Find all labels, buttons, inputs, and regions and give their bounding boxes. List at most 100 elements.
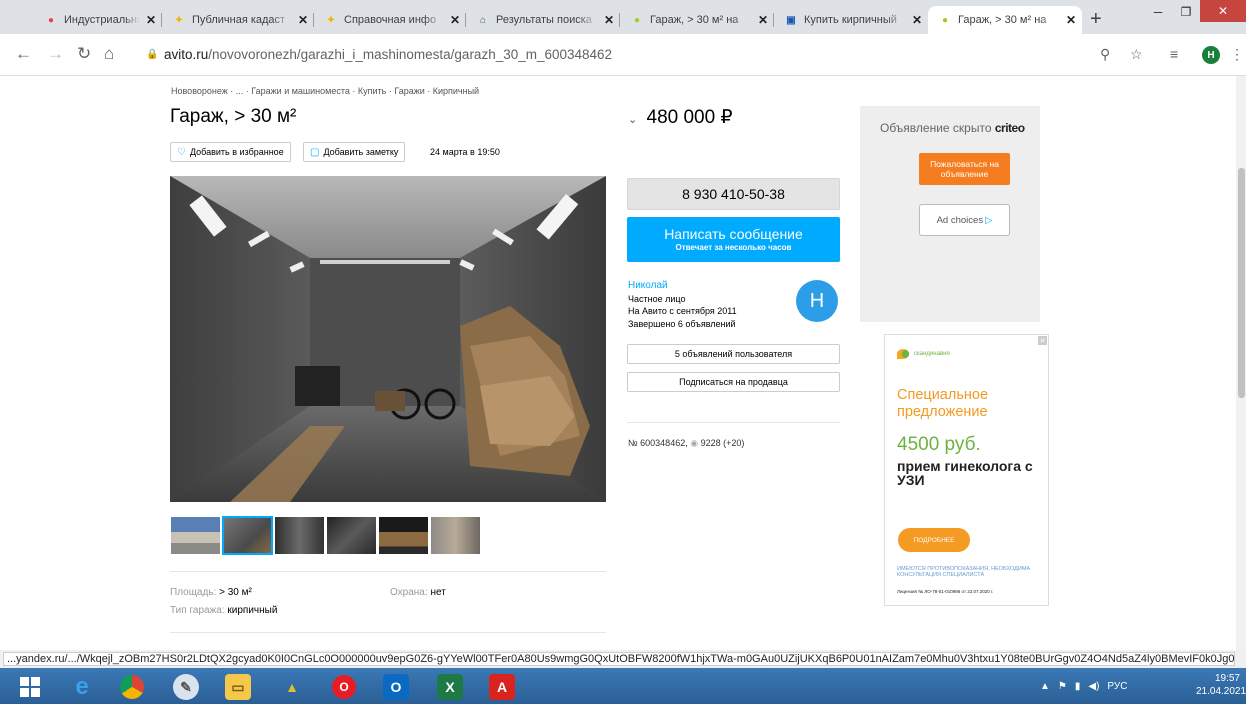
new-tab-button[interactable]: + bbox=[1090, 8, 1102, 31]
tab-2[interactable]: ✦ Публичная кадаст ✕ bbox=[162, 6, 314, 34]
scrollbar-thumb[interactable] bbox=[1238, 168, 1245, 398]
hidden-ad-block: Объявление скрыто criteo Пожаловаться на… bbox=[860, 106, 1040, 322]
main-photo[interactable] bbox=[170, 176, 606, 502]
close-tab-icon[interactable]: ✕ bbox=[604, 13, 614, 27]
close-tab-icon[interactable]: ✕ bbox=[1066, 13, 1076, 27]
tab-1[interactable]: ● Индустриальная у ✕ bbox=[34, 6, 162, 34]
subscribe-button[interactable]: Подписаться на продавца bbox=[627, 372, 840, 392]
taskbar-arcgis[interactable]: ▲ bbox=[268, 672, 316, 702]
close-tab-icon[interactable]: ✕ bbox=[146, 13, 156, 27]
forward-icon[interactable]: → bbox=[47, 44, 64, 64]
taskbar-paint[interactable]: ✎ bbox=[162, 672, 210, 702]
show-phone-button[interactable]: 8 930 410-50-38 bbox=[627, 178, 840, 210]
adchoices-label: Ad choices bbox=[936, 214, 984, 226]
write-message-label: Написать сообщение bbox=[664, 226, 803, 242]
close-tab-icon[interactable]: ✕ bbox=[758, 13, 768, 27]
divider bbox=[627, 422, 840, 423]
breadcrumb[interactable]: Нововоронеж · ... · Гаражи и машиноместа… bbox=[171, 86, 479, 96]
close-tab-icon[interactable]: ✕ bbox=[912, 13, 922, 27]
tab-title: Гараж, > 30 м² на bbox=[650, 14, 739, 26]
write-message-button[interactable]: Написать сообщение Отвечает за несколько… bbox=[627, 217, 840, 262]
star-icon[interactable]: ☆ bbox=[1130, 46, 1143, 63]
windows-taskbar: e ✎ ▭ ▲ O O X A ▲ ⚑ ▮ ◀) РУС 19:57 21.04… bbox=[0, 668, 1246, 704]
status-url: ...yandex.ru/.../Wkqejl_zOBm27HS0r2LDtQX… bbox=[3, 652, 1235, 666]
tab-title: Гараж, > 30 м² на bbox=[958, 14, 1047, 26]
tab-6[interactable]: ▣ Купить кирпичный ✕ bbox=[774, 6, 928, 34]
taskbar-opera[interactable]: O bbox=[320, 672, 368, 702]
thumbnail[interactable] bbox=[275, 517, 324, 554]
thumbnail[interactable] bbox=[379, 517, 428, 554]
language-indicator[interactable]: РУС bbox=[1107, 681, 1127, 692]
tab-4[interactable]: ⌂ Результаты поиска ✕ bbox=[466, 6, 620, 34]
report-ad-button[interactable]: Пожаловаться на объявление bbox=[919, 153, 1010, 185]
tab-5[interactable]: ● Гараж, > 30 м² на ✕ bbox=[620, 6, 774, 34]
ad-more-button[interactable]: ПОДРОБНЕЕ bbox=[898, 528, 970, 552]
close-tab-icon[interactable]: ✕ bbox=[298, 13, 308, 27]
page-title: Гараж, > 30 м² bbox=[170, 106, 297, 127]
zoom-icon[interactable]: ⚲ bbox=[1100, 46, 1110, 63]
opera-icon: O bbox=[332, 675, 356, 699]
taskbar-ie[interactable]: e bbox=[58, 672, 106, 702]
seller-name[interactable]: Николай bbox=[628, 280, 737, 293]
close-window-button[interactable]: ✕ bbox=[1200, 0, 1246, 22]
param-security-value: нет bbox=[430, 587, 446, 598]
taskbar-outlook[interactable]: O bbox=[372, 672, 420, 702]
add-note-button[interactable]: ▢ Добавить заметку bbox=[303, 142, 406, 162]
thumbnail[interactable] bbox=[171, 517, 220, 554]
reload-icon[interactable]: ↻ bbox=[77, 44, 91, 64]
divider bbox=[170, 632, 606, 633]
tab-title: Публичная кадаст bbox=[192, 14, 286, 26]
reading-list-icon[interactable]: ≡ bbox=[1170, 46, 1178, 62]
chrome-icon bbox=[120, 675, 144, 699]
back-icon[interactable]: ← bbox=[15, 44, 32, 64]
views-count: 9228 (+20) bbox=[700, 438, 745, 448]
taskbar-chrome[interactable] bbox=[108, 672, 156, 702]
page-scrollbar[interactable] bbox=[1236, 76, 1246, 650]
response-time: Отвечает за несколько часов bbox=[675, 243, 792, 252]
windows-logo-icon bbox=[20, 677, 40, 697]
minimize-button[interactable]: ─ bbox=[1146, 0, 1170, 24]
tab-7-active[interactable]: ● Гараж, > 30 м² на ✕ bbox=[928, 6, 1082, 34]
sparkle-icon: ✦ bbox=[326, 14, 336, 26]
network-warning-icon[interactable]: ⚑ bbox=[1058, 681, 1067, 692]
eye-icon: ◉ bbox=[690, 438, 699, 448]
browser-toolbar: ← → ↻ ⌂ 🔒 avito.ru /novovoronezh/garazhi… bbox=[0, 34, 1246, 76]
user-ads-button[interactable]: 5 объявлений пользователя bbox=[627, 344, 840, 364]
lock-icon: 🔒 bbox=[146, 49, 159, 60]
menu-icon[interactable]: ⋮ bbox=[1230, 46, 1244, 63]
price-value: 480 000 ₽ bbox=[646, 107, 733, 128]
profile-avatar[interactable]: Н bbox=[1202, 46, 1220, 64]
home-icon[interactable]: ⌂ bbox=[104, 44, 114, 64]
taskbar-acrobat[interactable]: A bbox=[478, 672, 526, 702]
taskbar-clock[interactable]: 19:57 21.04.2021 bbox=[1196, 672, 1246, 698]
taskbar-explorer[interactable]: ▭ bbox=[214, 672, 262, 702]
tray-arrow-icon[interactable]: ▲ bbox=[1040, 681, 1050, 692]
close-icon[interactable]: ✕ bbox=[1038, 336, 1047, 345]
seller-avatar[interactable]: Н bbox=[796, 280, 838, 322]
start-button[interactable] bbox=[6, 672, 54, 702]
close-tab-icon[interactable]: ✕ bbox=[450, 13, 460, 27]
tab-3[interactable]: ✦ Справочная инфо ✕ bbox=[314, 6, 466, 34]
listing-price[interactable]: ⌄ 480 000 ₽ bbox=[628, 106, 733, 129]
sparkle-icon: ✦ bbox=[174, 14, 184, 26]
taskbar-excel[interactable]: X bbox=[426, 672, 474, 702]
tab-title: Индустриальная у bbox=[64, 14, 140, 26]
signal-icon[interactable]: ▮ bbox=[1075, 681, 1081, 692]
add-favorite-button[interactable]: ♡ Добавить в избранное bbox=[170, 142, 291, 162]
thumbnail[interactable] bbox=[327, 517, 376, 554]
add-note-label: Добавить заметку bbox=[323, 147, 399, 157]
thumbnail-selected[interactable] bbox=[222, 516, 273, 555]
address-bar[interactable]: 🔒 avito.ru /novovoronezh/garazhi_i_mashi… bbox=[134, 40, 1244, 68]
seller-info: Николай Частное лицо На Авито с сентября… bbox=[628, 280, 737, 330]
chevron-down-icon: ⌄ bbox=[628, 114, 638, 126]
volume-icon[interactable]: ◀) bbox=[1088, 681, 1099, 692]
seller-type: Частное лицо bbox=[628, 293, 686, 304]
maximize-button[interactable]: ❐ bbox=[1174, 0, 1198, 24]
thumbnail[interactable] bbox=[431, 517, 480, 554]
adchoices-button[interactable]: Ad choices ▷ bbox=[919, 204, 1010, 236]
tab-title: Результаты поиска bbox=[496, 14, 592, 26]
chart-app-icon: ▲ bbox=[285, 679, 299, 695]
banner-ad[interactable]: ✕ скандинавия Специальное предложение 45… bbox=[884, 334, 1049, 606]
heart-icon: ♡ bbox=[177, 146, 186, 158]
tab-title: Купить кирпичный bbox=[804, 14, 897, 26]
